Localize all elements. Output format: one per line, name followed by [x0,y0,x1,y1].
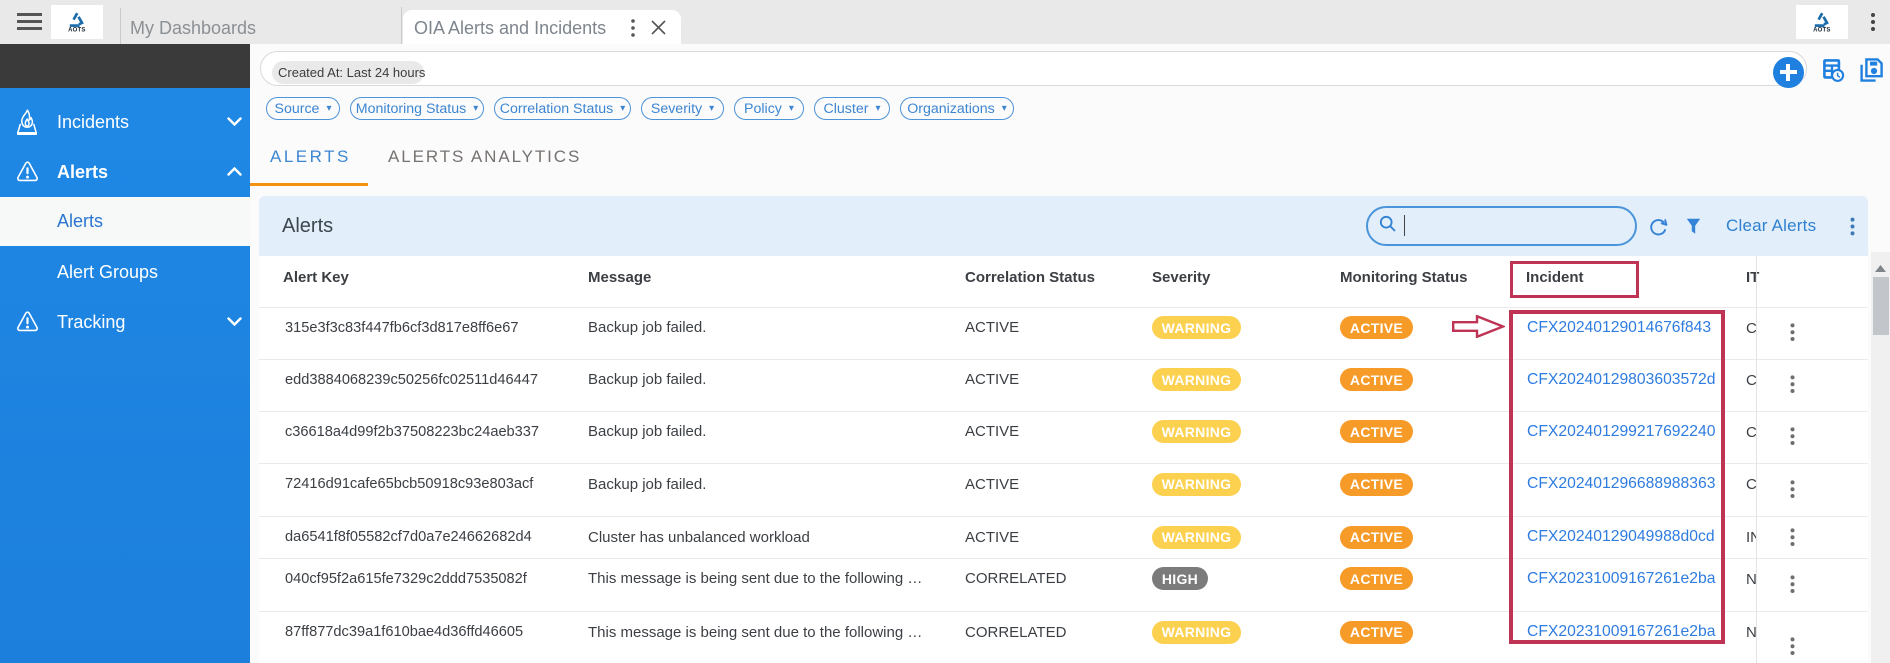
svg-text:AOTS: AOTS [1813,28,1830,34]
svg-text:AOTS: AOTS [68,28,85,34]
